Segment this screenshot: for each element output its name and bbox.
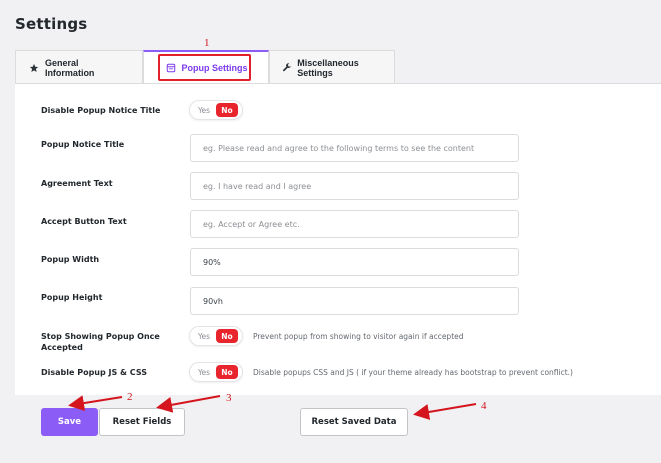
disable-js-css-toggle[interactable]: Yes No [190,363,242,381]
settings-tabs: General Information Popup Settings Misce… [15,50,395,84]
popup-settings-panel: Disable Popup Notice Title Yes No Popup … [15,83,661,395]
annotation-highlight-box [158,54,251,81]
reset-fields-button[interactable]: Reset Fields [99,408,185,436]
toggle-yes: Yes [197,105,211,115]
popup-height-label: Popup Height [41,293,103,302]
notice-title-input[interactable]: eg. Please read and agree to the followi… [190,134,519,162]
toggle-no: No [216,329,238,343]
stop-showing-label: Stop Showing Popup Once Accepted [41,332,160,352]
tab-general-information[interactable]: General Information [15,50,143,84]
annotation-number-1: 1 [204,37,210,49]
toggle-no: No [216,103,238,117]
stop-showing-hint: Prevent popup from showing to visitor ag… [253,332,464,341]
page-title: Settings [15,15,88,33]
agreement-text-input[interactable]: eg. I have read and I agree [190,172,519,200]
annotation-number-3: 3 [226,392,232,404]
annotation-number-4: 4 [481,400,487,412]
toggle-no: No [216,365,238,379]
star-icon [28,62,40,74]
popup-width-label: Popup Width [41,255,100,264]
notice-title-label: Popup Notice Title [41,140,125,149]
reset-saved-data-button[interactable]: Reset Saved Data [300,408,408,436]
disable-title-toggle[interactable]: Yes No [190,101,242,119]
popup-height-input[interactable]: 90vh [190,287,519,315]
wrench-icon [282,62,292,74]
toggle-yes: Yes [197,367,211,377]
disable-js-css-hint: Disable popups CSS and JS ( if your them… [253,368,573,377]
agreement-text-label: Agreement Text [41,179,113,188]
disable-title-label: Disable Popup Notice Title [41,106,161,115]
annotation-number-2: 2 [127,391,133,403]
tab-miscellaneous-settings[interactable]: Miscellaneous Settings [269,50,395,84]
stop-showing-toggle[interactable]: Yes No [190,327,242,345]
accept-button-text-label: Accept Button Text [41,217,127,226]
save-button[interactable]: Save [41,408,98,436]
tab-popup-settings[interactable]: Popup Settings [143,50,269,84]
form-footer: Save Reset Fields Reset Saved Data [15,395,661,463]
tab-label: Miscellaneous Settings [297,57,359,78]
popup-width-input[interactable]: 90% [190,248,519,276]
accept-button-text-input[interactable]: eg. Accept or Agree etc. [190,210,519,238]
toggle-yes: Yes [197,331,211,341]
tab-label: General Information [44,57,95,78]
disable-js-css-label: Disable Popup JS & CSS [41,368,147,377]
